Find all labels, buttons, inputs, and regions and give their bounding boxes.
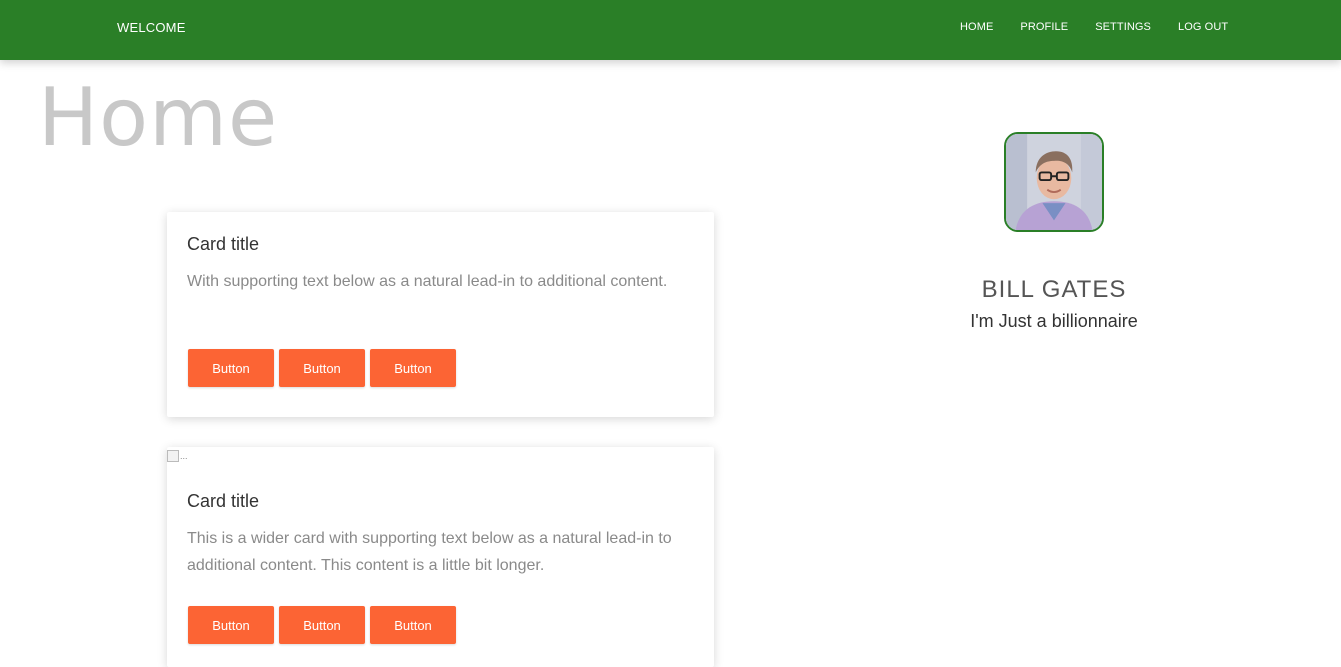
card-button[interactable]: Button [279, 349, 365, 387]
card-title: Card title [187, 491, 260, 511]
nav-link-home[interactable]: HOME [960, 21, 993, 33]
nav-link-profile[interactable]: PROFILE [1020, 21, 1068, 33]
broken-image-icon [167, 450, 179, 462]
top-navbar: WELCOME HOME PROFILE SETTINGS LOG OUT [0, 0, 1341, 60]
card-title: Card title [187, 234, 260, 254]
card-button[interactable]: Button [370, 349, 456, 387]
card-button[interactable]: Button [188, 606, 274, 644]
brand-link[interactable]: WELCOME [117, 20, 186, 35]
nav-link-settings[interactable]: SETTINGS [1095, 21, 1151, 33]
profile-tagline: I'm Just a billionnaire [970, 311, 1138, 331]
card-image-alt: ... [180, 451, 188, 461]
card-button[interactable]: Button [370, 606, 456, 644]
page-title: Home [38, 71, 279, 164]
card-button-row: Button Button Button [188, 349, 456, 387]
nav-links: HOME PROFILE SETTINGS LOG OUT [960, 21, 1255, 33]
avatar [1004, 132, 1104, 232]
profile-name: BILL GATES [981, 276, 1127, 303]
card-button[interactable]: Button [279, 606, 365, 644]
card: Card title With supporting text below as… [167, 212, 714, 417]
card-button-row: Button Button Button [188, 606, 456, 644]
card-button[interactable]: Button [188, 349, 274, 387]
nav-link-logout[interactable]: LOG OUT [1178, 21, 1228, 33]
card-text: This is a wider card with supporting tex… [187, 530, 672, 574]
avatar-portrait-icon [1006, 134, 1102, 230]
card-image-broken: ... [167, 449, 191, 463]
card-text: With supporting text below as a natural … [187, 273, 668, 290]
card: ... Card title This is a wider card with… [167, 447, 714, 667]
